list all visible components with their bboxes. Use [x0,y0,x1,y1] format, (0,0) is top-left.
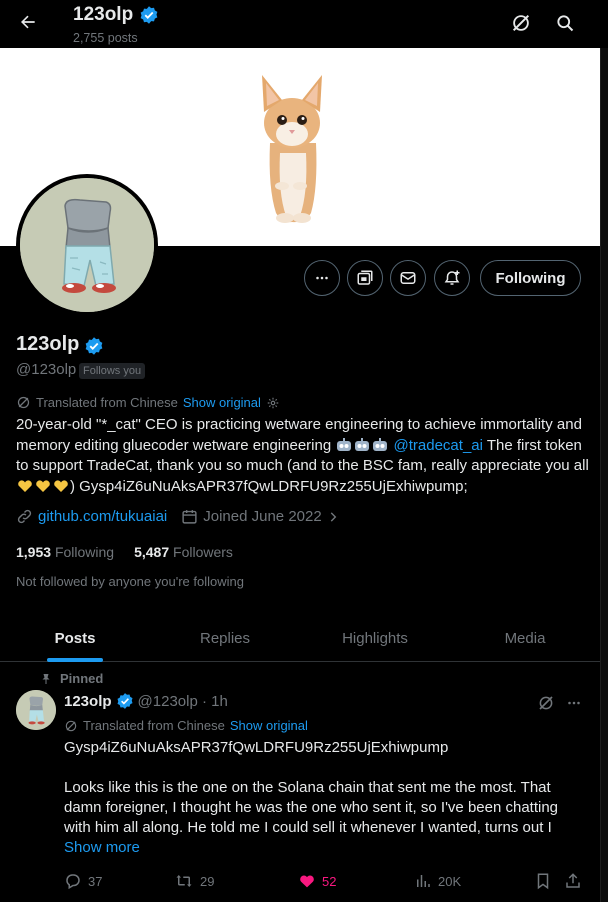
verified-icon[interactable] [83,335,105,357]
robot-emoji [336,437,352,452]
notify-icon [444,270,460,285]
post-engagement-bar: 37 29 52 20K [64,868,594,894]
profile-handle: @123olp [16,361,77,378]
tab-highlights[interactable]: Highlights [300,615,450,661]
robot-emoji [372,437,388,452]
tab-highlights-label: Highlights [342,629,408,647]
post-header: 123olp @123olp · 1h [64,692,228,710]
subscribe-icon [357,270,373,285]
scrollbar[interactable] [600,48,608,902]
like-icon [298,872,316,890]
profile-display-name: 123olp [16,333,80,355]
like-button[interactable]: 52 [298,868,336,894]
reply-button[interactable]: 37 [64,868,102,894]
avatar-art [20,178,154,312]
calendar-icon [181,508,198,525]
verified-icon [139,5,159,25]
share-icon [564,872,582,890]
tab-media-label: Media [504,629,546,647]
header-name: 123olp [73,4,134,25]
post-handle-time[interactable]: @123olp · 1h [138,693,228,710]
views-button[interactable]: 20K [414,868,461,894]
tab-posts-label: Posts [54,629,96,647]
profile-meta-row: github.com/tukuaiai Joined June 2022 [16,508,340,525]
post-text[interactable]: Gysp4iZ6uNuAksAPR37fQwLDRFU9Rz255UjExhiw… [64,738,584,838]
post-author-name[interactable]: 123olp [64,693,112,710]
share-button[interactable] [564,868,582,894]
avatar[interactable] [16,174,158,316]
translate-icon [64,719,78,733]
post-show-original-link[interactable]: Show original [230,718,308,733]
followers-label: Followers [173,544,233,560]
website-link[interactable]: github.com/tukuaiai [38,508,167,525]
header-post-count: 2,755 posts [73,31,138,45]
post-avatar-art [16,690,56,730]
pin-icon [40,672,52,686]
bio-text-3: ) Gysp4iZ6uNuAksAPR37fQwLDRFU9Rz255UjExh… [70,477,468,495]
post-line-1: Gysp4iZ6uNuAksAPR37fQwLDRFU9Rz255UjExhiw… [64,739,449,756]
translation-row: Translated from Chinese Show original [16,395,280,410]
following-button[interactable]: Following [480,260,581,296]
show-original-link[interactable]: Show original [183,395,261,410]
post-avatar[interactable] [16,690,56,730]
reply-icon [64,872,82,890]
subscribe-button[interactable] [347,260,383,296]
message-icon [400,272,416,284]
repost-icon [174,872,194,890]
bookmark-button[interactable] [534,868,552,894]
translated-label: Translated from Chinese [36,395,178,410]
post-translation-row: Translated from Chinese Show original [64,718,308,733]
verified-icon [116,692,134,710]
not-followed-note: Not followed by anyone you're following [16,574,244,589]
tab-replies-label: Replies [199,629,251,647]
tab-replies[interactable]: Replies [150,615,300,661]
followers-count: 5,487 [134,544,170,560]
pinned-label: Pinned [60,671,104,686]
heart-hands-emoji [17,479,33,493]
tab-media[interactable]: Media [450,615,600,661]
follows-you-badge: Follows you [79,363,146,379]
repost-button[interactable]: 29 [174,868,214,894]
reply-count: 37 [88,873,103,889]
joined-date[interactable]: Joined June 2022 [203,508,321,525]
gear-icon[interactable] [266,396,280,410]
grok-icon[interactable] [535,692,557,714]
robot-emoji [354,437,370,452]
post-translated-label: Translated from Chinese [83,718,225,733]
grok-icon[interactable] [506,8,536,38]
heart-hands-emoji [35,479,51,493]
search-icon[interactable] [550,8,580,38]
notifications-button[interactable] [434,260,470,296]
tab-active-indicator [47,658,103,662]
bookmark-icon [534,872,552,890]
tab-posts[interactable]: Posts [0,615,150,662]
views-count: 20K [438,873,462,889]
back-arrow-icon[interactable] [12,6,44,38]
following-stat[interactable]: 1,953 Following [16,544,114,560]
heart-hands-emoji [53,479,69,493]
bio-mention-link[interactable]: @tradecat_ai [394,437,483,454]
link-icon [16,508,33,525]
message-button[interactable] [390,260,426,296]
like-count: 52 [322,873,337,889]
profile-tabs: Posts Replies Highlights Media [0,615,600,662]
following-label: Following [54,544,115,560]
more-options-button[interactable] [304,260,340,296]
post-line-2: Looks like this is the one on the Solana… [64,779,559,836]
translate-icon [16,395,31,410]
follow-stats: 1,953 Following 5,487 Followers [16,544,233,560]
more-icon [316,276,328,280]
views-icon [414,872,432,890]
chevron-right-icon[interactable] [326,510,340,524]
followers-stat[interactable]: 5,487 Followers [134,544,233,560]
show-more-link[interactable]: Show more [64,839,140,856]
more-icon[interactable] [563,692,585,714]
repost-count: 29 [200,873,215,889]
pinned-indicator: Pinned [40,671,103,686]
following-count: 1,953 [16,544,52,560]
profile-bio: 20-year-old "*_cat" CEO is practicing we… [16,415,596,497]
